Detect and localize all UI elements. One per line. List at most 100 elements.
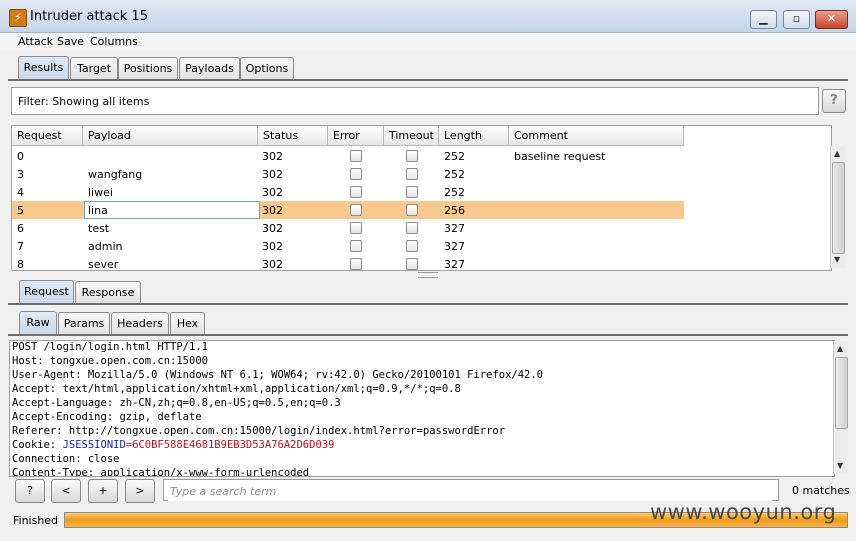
timeout-checkbox[interactable]	[406, 150, 418, 162]
cell-length: 252	[444, 168, 465, 181]
tab-request[interactable]: Request	[19, 280, 74, 304]
results-scrollbar[interactable]: ▲ ▼	[830, 146, 845, 268]
search-input[interactable]	[168, 481, 772, 501]
error-checkbox[interactable]	[350, 240, 362, 252]
search-next-button[interactable]: >	[125, 479, 155, 503]
timeout-checkbox[interactable]	[406, 186, 418, 198]
filter-bar[interactable]: Filter: Showing all items	[11, 87, 819, 115]
cell-request: 0	[17, 150, 24, 163]
pane-splitter[interactable]	[418, 272, 438, 278]
cell-payload: wangfang	[88, 168, 143, 181]
scroll-down-icon[interactable]: ▼	[837, 461, 843, 470]
reqres-divider	[8, 303, 848, 305]
col-comment[interactable]: Comment	[509, 126, 684, 146]
tab-options[interactable]: Options	[240, 57, 294, 79]
col-status[interactable]: Status	[258, 126, 328, 146]
close-button[interactable]: ✕	[815, 10, 848, 29]
col-error[interactable]: Error	[328, 126, 384, 146]
burp-app-icon: ⚡	[9, 9, 27, 27]
editor-scrollbar[interactable]: ▲ ▼	[833, 341, 848, 474]
cookie-value: =6C0BF588E4681B9EB3D53A76A2D6D039	[125, 439, 335, 451]
error-checkbox[interactable]	[350, 168, 362, 180]
search-help-button[interactable]: ?	[15, 479, 45, 503]
match-count: 0 matches	[792, 484, 850, 497]
maximize-button[interactable]: ▫	[783, 10, 810, 29]
tab-positions[interactable]: Positions	[118, 57, 178, 79]
scroll-thumb[interactable]	[832, 162, 845, 254]
cell-length: 252	[444, 150, 465, 163]
menu-columns[interactable]: Columns	[90, 35, 138, 48]
tab-params[interactable]: Params	[58, 312, 110, 334]
tab-raw[interactable]: Raw	[19, 311, 57, 335]
table-row[interactable]: 4 liwei 302 252	[12, 183, 684, 201]
cookie-label: Cookie:	[12, 439, 63, 451]
error-checkbox[interactable]	[350, 204, 362, 216]
tab-headers[interactable]: Headers	[111, 312, 169, 334]
tab-results[interactable]: Results	[18, 56, 69, 80]
header-host: Host: tongxue.open.com.cn:15000	[12, 355, 208, 367]
cell-payload: admin	[88, 240, 123, 253]
cell-status: 302	[262, 186, 283, 199]
cell-comment: baseline request	[514, 150, 606, 163]
table-row[interactable]: 8 sever 302 327	[12, 255, 684, 271]
search-field[interactable]	[163, 479, 779, 501]
window-title: Intruder attack 15	[30, 9, 148, 24]
cell-request: 8	[17, 258, 24, 271]
scroll-up-icon[interactable]: ▲	[834, 149, 840, 158]
cell-status: 302	[262, 204, 283, 217]
tab-hex[interactable]: Hex	[170, 312, 205, 334]
timeout-checkbox[interactable]	[406, 258, 418, 270]
table-row-selected[interactable]: 5 lina 302 256	[12, 201, 684, 219]
cell-payload: sever	[88, 258, 119, 271]
view-divider	[8, 334, 848, 336]
cell-payload: test	[88, 222, 110, 235]
col-timeout[interactable]: Timeout	[384, 126, 439, 146]
results-table: Request Payload Status Error Timeout Len…	[11, 125, 832, 271]
timeout-checkbox[interactable]	[406, 240, 418, 252]
cell-request: 7	[17, 240, 24, 253]
error-checkbox[interactable]	[350, 258, 362, 270]
cell-request: 3	[17, 168, 24, 181]
timeout-checkbox[interactable]	[406, 222, 418, 234]
menu-save[interactable]: Save	[57, 35, 84, 48]
cell-payload: liwei	[88, 186, 113, 199]
header-accept-language: Accept-Language: zh-CN,zh;q=0.8,en-US;q=…	[12, 397, 341, 409]
tab-response[interactable]: Response	[75, 281, 141, 303]
scroll-thumb[interactable]	[835, 357, 848, 429]
timeout-checkbox[interactable]	[406, 168, 418, 180]
error-checkbox[interactable]	[350, 186, 362, 198]
cell-length: 252	[444, 186, 465, 199]
tab-target[interactable]: Target	[70, 57, 118, 79]
cell-request: 5	[17, 204, 24, 217]
cell-length: 327	[444, 222, 465, 235]
tab-payloads[interactable]: Payloads	[179, 57, 240, 79]
menu-bar: Attack Save Columns	[0, 33, 856, 51]
table-row[interactable]: 3 wangfang 302 252	[12, 165, 684, 183]
scroll-up-icon[interactable]: ▲	[837, 344, 843, 353]
cell-payload: lina	[88, 204, 108, 217]
raw-request-editor[interactable]: POST /login/login.html HTTP/1.1 Host: to…	[9, 340, 835, 477]
header-content-type: Content-Type: application/x-www-form-url…	[12, 467, 310, 477]
table-row[interactable]: 7 admin 302 327	[12, 237, 684, 255]
cell-length: 256	[444, 204, 465, 217]
col-length[interactable]: Length	[439, 126, 509, 146]
header-cookie: Cookie: JSESSIONID=6C0BF588E4681B9EB3D53…	[12, 439, 334, 451]
error-checkbox[interactable]	[350, 150, 362, 162]
col-payload[interactable]: Payload	[83, 126, 258, 146]
search-prev-button[interactable]: <	[51, 479, 81, 503]
cell-status: 302	[262, 258, 283, 271]
minimize-button[interactable]: ▁	[750, 10, 777, 29]
col-request[interactable]: Request	[12, 126, 83, 146]
timeout-checkbox[interactable]	[406, 204, 418, 216]
request-line: POST /login/login.html HTTP/1.1	[12, 341, 208, 353]
error-checkbox[interactable]	[350, 222, 362, 234]
payload-cell-editor[interactable]	[84, 201, 260, 219]
watermark: www.wooyun.org	[650, 500, 837, 524]
search-add-button[interactable]: +	[88, 479, 118, 503]
cell-status: 302	[262, 222, 283, 235]
menu-attack[interactable]: Attack	[18, 35, 53, 48]
filter-help-button[interactable]: ?	[822, 89, 846, 113]
table-row[interactable]: 0 302 252 baseline request	[12, 147, 684, 165]
table-row[interactable]: 6 test 302 327	[12, 219, 684, 237]
scroll-down-icon[interactable]: ▼	[834, 255, 840, 264]
